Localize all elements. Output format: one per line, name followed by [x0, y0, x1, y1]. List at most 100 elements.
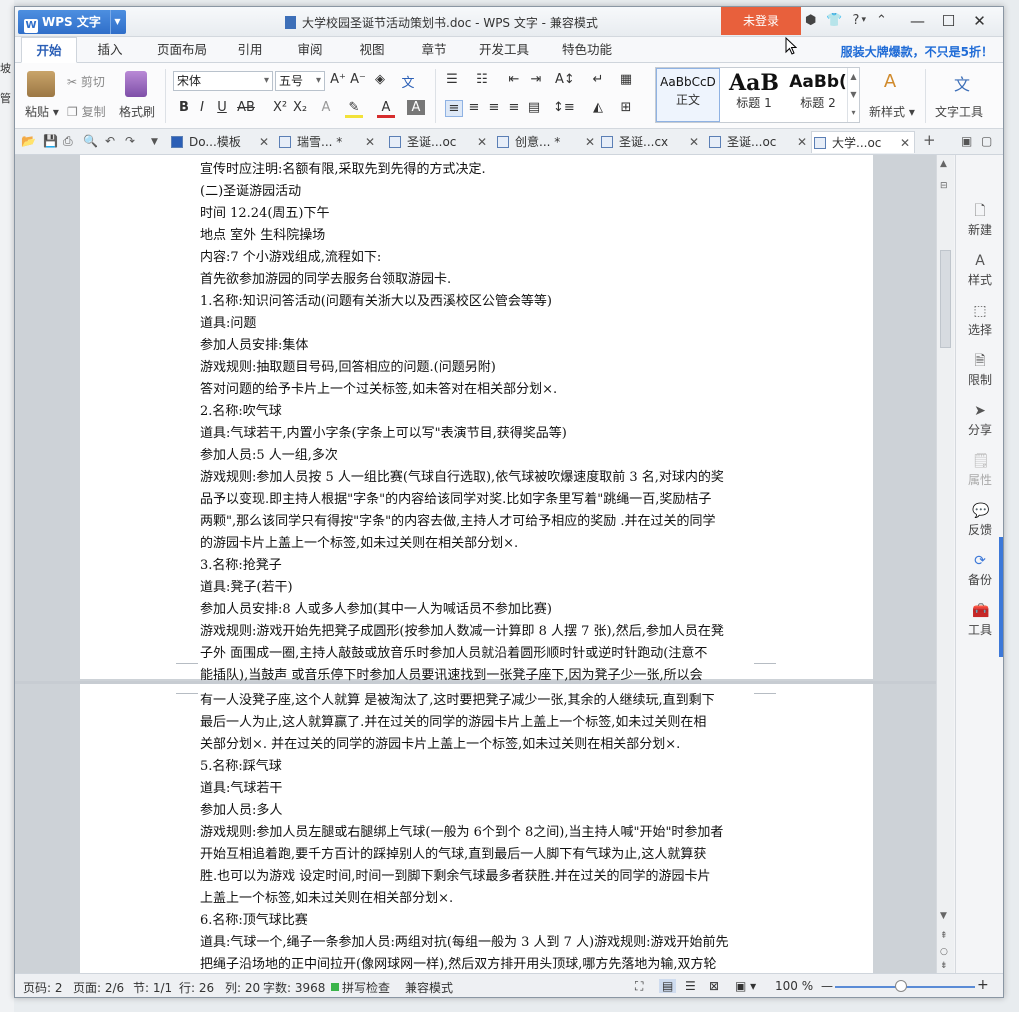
- tab-close-icon[interactable]: ✕: [259, 131, 269, 153]
- collapse-ribbon-icon[interactable]: ⌃: [876, 13, 887, 28]
- paragraph-line[interactable]: 5.名称:踩气球: [200, 756, 755, 778]
- underline-icon[interactable]: U: [213, 100, 231, 115]
- paragraph-line[interactable]: 宣传时应注明:名额有限,采取先到先得的方式决定.: [200, 159, 755, 181]
- doc-tab[interactable]: 创意... * ✕: [495, 131, 595, 153]
- close-icon[interactable]: ✕: [964, 10, 995, 32]
- tab-list-icon[interactable]: ▣: [961, 134, 972, 148]
- side-properties[interactable]: 🗒 属性: [956, 453, 1003, 488]
- paragraph-line[interactable]: 关部分划×. 并在过关的同学的游园卡片上盖上一个标签,如未过关则在相关部分划×.: [200, 734, 755, 756]
- scroll-up-icon[interactable]: ▲: [940, 159, 947, 169]
- tab-close-icon[interactable]: ✕: [689, 131, 699, 153]
- bold-icon[interactable]: B: [175, 100, 193, 115]
- tab-close-icon[interactable]: ✕: [477, 131, 487, 153]
- redo-icon[interactable]: ↷: [125, 134, 135, 148]
- ruler-toggle-icon[interactable]: ⊟: [940, 181, 948, 191]
- align-right-icon[interactable]: ≡: [485, 100, 503, 115]
- tab-close-icon[interactable]: ✕: [585, 131, 595, 153]
- side-restrict[interactable]: 🗎 限制: [956, 353, 1003, 388]
- strikethrough-icon[interactable]: AB: [237, 100, 255, 115]
- outline-view-icon[interactable]: ☰: [685, 979, 696, 993]
- table-icon[interactable]: ▦: [617, 72, 635, 87]
- page-view-icon[interactable]: ▤: [659, 979, 677, 993]
- doc-tab[interactable]: Do...模板 ✕: [169, 131, 269, 153]
- clear-format-icon[interactable]: ◈: [371, 72, 389, 87]
- paragraph-line[interactable]: 品予以变现.即主持人根据"字条"的内容给该同学对奖.比如字条里写着"跳绳一百,奖…: [200, 489, 755, 511]
- undo-icon[interactable]: ↶: [105, 134, 115, 148]
- shrink-font-icon[interactable]: A⁻: [349, 72, 367, 87]
- paragraph-line[interactable]: 参加人员安排:集体: [200, 335, 755, 357]
- text-effect-icon[interactable]: A: [317, 100, 335, 115]
- paragraph-line[interactable]: 道具:问题: [200, 313, 755, 335]
- paragraph-line[interactable]: 两颗",那么该同学只有得按"字条"的内容去做,主持人才可给予相应的奖励 .并在过…: [200, 511, 755, 533]
- char-shading-icon[interactable]: A: [407, 100, 425, 115]
- paragraph-line[interactable]: 把绳子沿场地的正中间拉开(像网球网一样),然后双方排开用头顶球,哪方先落地为输,…: [200, 954, 755, 973]
- doc-tab[interactable]: 瑞雪... * ✕: [277, 131, 375, 153]
- minimize-icon[interactable]: —: [902, 10, 933, 32]
- scrollbar-thumb[interactable]: [940, 250, 951, 348]
- paragraph-shading-icon[interactable]: ◭: [589, 100, 607, 115]
- paragraph-line[interactable]: 最后一人为止,这人就算赢了.并在过关的同学的游园卡片上盖上一个标签,如未过关则在…: [200, 712, 755, 734]
- page-1[interactable]: 宣传时应注明:名额有限,采取先到先得的方式决定. (二)圣诞游园活动 时间 12.2…: [80, 155, 873, 683]
- page-2[interactable]: 有一人没凳子座,这个人就算 是被淘汰了,这时要把凳子减少一张,其余的人继续玩,直…: [80, 684, 873, 973]
- open-icon[interactable]: 📂: [21, 134, 36, 148]
- side-share[interactable]: ➤ 分享: [956, 403, 1003, 438]
- tab-developer[interactable]: 开发工具: [471, 37, 537, 63]
- web-view-icon[interactable]: ⊠: [709, 979, 719, 993]
- text-tools-icon[interactable]: 文: [953, 71, 971, 95]
- cut-button[interactable]: ✂ 剪切: [67, 73, 105, 90]
- line-spacing-icon[interactable]: ↕≡: [553, 100, 575, 115]
- paragraph-line[interactable]: 有一人没凳子座,这个人就算 是被淘汰了,这时要把凳子减少一张,其余的人继续玩,直…: [200, 690, 755, 712]
- paragraph-line[interactable]: 游戏规则:参加人员按 5 人一组比赛(气球自行选取),依气球被吹爆速度取前 3 …: [200, 467, 755, 489]
- print-icon[interactable]: ⎙: [63, 134, 73, 149]
- grow-font-icon[interactable]: A⁺: [329, 72, 347, 87]
- tab-special[interactable]: 特色功能: [547, 37, 627, 63]
- login-button[interactable]: 未登录: [721, 7, 801, 35]
- font-name-select[interactable]: 宋体: [173, 71, 273, 91]
- tab-references[interactable]: 引用: [225, 37, 275, 63]
- prev-page-icon[interactable]: ⇞: [940, 931, 948, 941]
- new-tab-icon[interactable]: +: [923, 131, 936, 149]
- tab-review[interactable]: 审阅: [285, 37, 335, 63]
- quick-access-dropdown-icon[interactable]: ▼: [151, 137, 158, 147]
- paragraph-line[interactable]: (二)圣诞游园活动: [200, 181, 755, 203]
- side-feedback[interactable]: 💬 反馈: [956, 503, 1003, 538]
- increase-indent-icon[interactable]: ⇥: [527, 72, 545, 87]
- status-col[interactable]: 列: 20: [225, 979, 260, 996]
- vertical-scrollbar[interactable]: ▲ ⊟ ▼ ⇞ ○ ⇟: [936, 155, 954, 973]
- tab-close-icon[interactable]: ✕: [365, 131, 375, 153]
- zoom-in-icon[interactable]: +: [977, 977, 989, 993]
- status-row[interactable]: 行: 26: [179, 979, 214, 996]
- subscript-icon[interactable]: X₂: [291, 100, 309, 115]
- paragraph-line[interactable]: 参加人员安排:8 人或多人参加(其中一人为喊话员不参加比赛): [200, 599, 755, 621]
- text-tools-button[interactable]: 文字工具: [935, 103, 983, 120]
- align-left-icon[interactable]: ≡: [445, 100, 463, 117]
- align-center-icon[interactable]: ≡: [465, 100, 483, 115]
- document-canvas[interactable]: 宣传时应注明:名额有限,采取先到先得的方式决定. (二)圣诞游园活动 时间 12.2…: [15, 155, 936, 973]
- status-page-code[interactable]: 页码: 2: [23, 979, 63, 996]
- tab-close-icon[interactable]: ✕: [900, 132, 910, 154]
- paste-button[interactable]: 粘贴 ▾: [25, 103, 59, 120]
- paragraph-line[interactable]: 道具:气球若干,内置小字条(字条上可以写"表演节目,获得奖品等): [200, 423, 755, 445]
- browse-object-icon[interactable]: ○: [940, 947, 948, 957]
- doc-tab-active[interactable]: 大学...oc ✕: [811, 131, 915, 153]
- paragraph-line[interactable]: 游戏规则:游戏开始先把凳子成圆形(按参加人数减一计算即 8 人摆 7 张),然后…: [200, 621, 755, 643]
- status-pages[interactable]: 页面: 2/6: [73, 979, 124, 996]
- font-color-icon[interactable]: A: [377, 100, 395, 118]
- side-style[interactable]: A 样式: [956, 253, 1003, 288]
- paragraph-line[interactable]: 1.名称:知识问答活动(问题有关浙大以及西溪校区公管会等等): [200, 291, 755, 313]
- status-spell-check[interactable]: 拼写检查: [342, 979, 390, 996]
- format-painter-icon[interactable]: [125, 71, 147, 97]
- tab-view[interactable]: 视图: [347, 37, 397, 63]
- zoom-slider-knob[interactable]: [895, 980, 907, 992]
- side-new[interactable]: 🗋 新建: [956, 203, 1003, 238]
- paste-icon[interactable]: [27, 71, 55, 97]
- styles-scroll[interactable]: ▲ ▼ ▾: [847, 68, 859, 122]
- bullets-icon[interactable]: ☰: [443, 72, 461, 87]
- status-word-count[interactable]: 字数: 3968: [263, 979, 325, 996]
- save-icon[interactable]: 💾: [43, 134, 58, 148]
- side-select[interactable]: ⬚ 选择: [956, 303, 1003, 338]
- status-section[interactable]: 节: 1/1: [133, 979, 172, 996]
- paragraph-line[interactable]: 道具:气球若干: [200, 778, 755, 800]
- superscript-icon[interactable]: X²: [271, 100, 289, 115]
- paragraph-line[interactable]: 时间 12.24(周五)下午: [200, 203, 755, 225]
